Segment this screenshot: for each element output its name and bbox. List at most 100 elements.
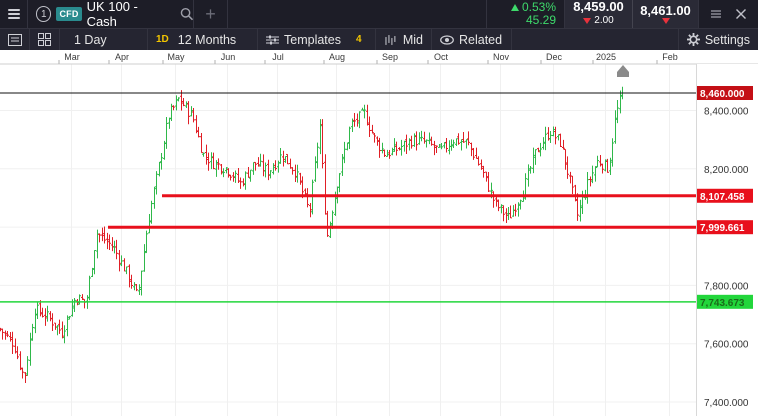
ohlc-bar-down — [58, 319, 61, 334]
price-type-dropdown[interactable]: Mid — [376, 28, 432, 51]
ohlc-bar-up — [549, 130, 552, 144]
ohlc-bar-down — [118, 250, 121, 272]
ohlc-bar-up — [279, 148, 282, 164]
ohlc-bar-down — [497, 199, 500, 212]
ohlc-bar-up — [26, 356, 29, 376]
ohlc-bar-up — [450, 139, 453, 151]
x-tick-label: Jul — [272, 52, 284, 62]
ohlc-bar-up — [418, 132, 421, 145]
ohlc-bar-up — [358, 111, 361, 129]
ohlc-bar-up — [133, 282, 136, 291]
ohlc-bar-down — [574, 184, 577, 202]
ohlc-bar-down — [61, 321, 64, 339]
grid-layout-icon — [38, 33, 51, 46]
ohlc-bar-down — [54, 322, 57, 330]
search-icon[interactable] — [180, 7, 193, 21]
ohlc-bar-up — [381, 142, 384, 154]
ohlc-series — [0, 86, 624, 384]
x-tick-label: Aug — [329, 52, 345, 62]
sell-button[interactable]: 8,459.00 2.00 — [564, 0, 632, 28]
x-tick-label: Feb — [662, 52, 678, 62]
ohlc-bar-up — [363, 104, 366, 119]
ohlc-bar-up — [428, 132, 431, 145]
ohlc-bar-up — [591, 165, 594, 184]
buy-button[interactable]: 8,461.00 — [632, 0, 698, 28]
interval-label: 1 Day — [74, 32, 107, 47]
ohlc-bar-up — [143, 244, 146, 272]
ohlc-bar-down — [373, 132, 376, 143]
home-marker-icon — [617, 65, 629, 77]
ohlc-bar-down — [475, 147, 478, 159]
ohlc-bar-up — [63, 325, 66, 344]
ohlc-bar-up — [88, 275, 91, 301]
interval-dropdown[interactable]: 1 Day — [60, 28, 148, 51]
ohlc-bar-up — [455, 138, 458, 147]
instrument-selector[interactable]: 1 CFD UK 100 - Cash — [28, 0, 194, 29]
close-icon[interactable] — [735, 8, 747, 20]
x-tick-label: Sep — [382, 52, 398, 62]
ohlc-bar-up — [534, 149, 537, 165]
y-tick-label: 7,800.000 — [704, 281, 749, 292]
ohlc-bar-down — [200, 132, 203, 154]
ohlc-bar-down — [482, 165, 485, 178]
ohlc-bar-up — [403, 140, 406, 152]
ohlc-bar-up — [542, 137, 545, 150]
ohlc-bar-down — [19, 351, 22, 371]
ohlc-bar-down — [294, 164, 297, 183]
ohlc-bar-down — [326, 210, 329, 237]
change-percent-value: 0.53% — [521, 0, 556, 14]
y-tick-label: 7,400.000 — [704, 398, 749, 409]
ohlc-bar-up — [31, 323, 34, 341]
panel-toggle-button[interactable] — [0, 28, 30, 51]
x-tick-label: Jun — [221, 52, 236, 62]
ohlc-bar-up — [202, 152, 205, 157]
ohlc-bar-down — [509, 205, 512, 219]
minimize-icon[interactable] — [710, 8, 722, 20]
ohlc-bar-down — [14, 338, 17, 354]
range-dropdown[interactable]: 1D 12 Months — [148, 28, 258, 51]
ohlc-bar-up — [222, 168, 225, 178]
x-tick-label: Apr — [115, 52, 129, 62]
ohlc-bar-up — [148, 213, 151, 234]
ohlc-bar-up — [234, 170, 237, 183]
ohlc-bar-up — [452, 139, 455, 149]
templates-button[interactable]: Templates 4 — [258, 28, 376, 51]
ohlc-bar-down — [435, 145, 438, 154]
ohlc-bar-up — [448, 140, 451, 155]
horizontal-levels — [0, 92, 696, 303]
ohlc-bar-up — [596, 155, 599, 168]
ohlc-bar-up — [36, 301, 39, 319]
menu-button[interactable] — [0, 0, 28, 28]
ohlc-bar-up — [338, 173, 341, 193]
ohlc-bar-up — [296, 164, 299, 183]
ohlc-bar-up — [150, 200, 153, 224]
ohlc-bar-down — [353, 112, 356, 127]
plus-icon: + — [205, 3, 216, 24]
ohlc-bar-down — [187, 101, 190, 125]
ohlc-bar-up — [93, 250, 96, 275]
ohlc-bar-down — [383, 149, 386, 157]
related-button[interactable]: Related — [432, 28, 512, 51]
buy-direction — [661, 18, 670, 24]
ohlc-bar-up — [460, 139, 463, 151]
ohlc-bar-up — [140, 270, 143, 296]
add-tab-button[interactable]: + — [194, 0, 228, 28]
price-chart[interactable]: Mar Apr May Jun Jul Aug Sep Oct Nov Dec 2025 Feb 7,… — [0, 50, 758, 416]
home-marker-shape — [617, 65, 629, 77]
ohlc-bar-down — [286, 153, 289, 165]
ohlc-bar-down — [49, 311, 52, 322]
ohlc-bar-up — [269, 170, 272, 179]
ohlc-bar-down — [11, 331, 14, 354]
x-tick-label: Mar — [64, 52, 80, 62]
ohlc-bar-up — [361, 107, 364, 111]
ohlc-bar-down — [83, 298, 86, 309]
panel-icon — [7, 33, 22, 46]
ohlc-bar-up — [264, 162, 267, 178]
ohlc-bar-down — [423, 131, 426, 144]
layout-button[interactable] — [30, 28, 60, 51]
down-arrow-icon — [583, 18, 592, 24]
hamburger-icon — [7, 9, 20, 19]
settings-label: Settings — [704, 32, 750, 47]
settings-button[interactable]: Settings — [677, 28, 758, 51]
ohlc-bar-down — [115, 239, 118, 260]
